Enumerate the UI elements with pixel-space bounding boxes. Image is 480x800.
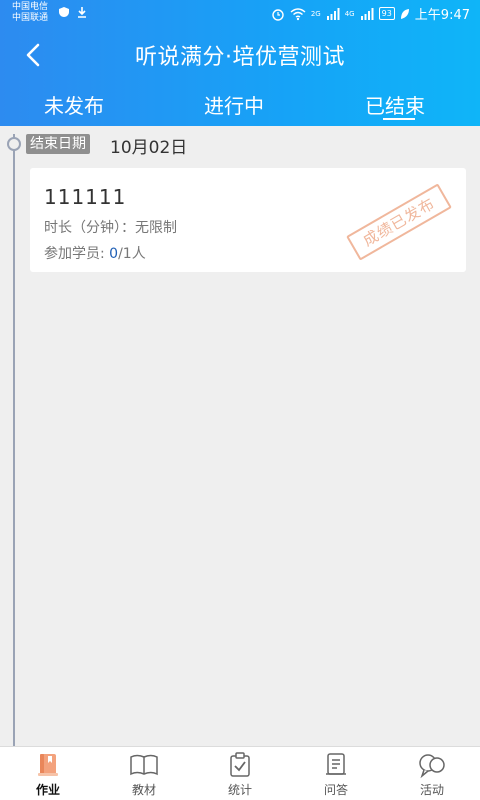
assignment-title: 111111 [44,185,127,209]
participants-done: 0 [109,246,119,262]
tab-bar: 未发布 进行中 已结束 [0,86,480,126]
battery-indicator: 93 [378,7,395,20]
participants-total: /1人 [118,246,146,262]
timeline-line [13,134,15,746]
leaf-icon [400,8,409,19]
signal-icon [326,7,340,20]
participants-prefix: 参加学员: [44,246,110,262]
assignment-card[interactable]: 111111 时长（分钟）：无限制 参加学员: 0/1人 成绩已发布 [30,168,466,272]
download-icon [78,7,86,18]
signal-2-label: 4G [344,9,355,18]
status-bar: 中国电信 中国联通 2G 4G 93 上午9:47 [0,0,480,28]
nav-statistics-label: 统计 [227,783,252,797]
nav-homework-label: 作业 [35,783,60,797]
chat-bubbles-icon [419,754,445,779]
score-published-stamp: 成绩已发布 [346,183,452,261]
signal-1-label: 2G [310,9,321,18]
tab-unpublished[interactable]: 未发布 [44,90,104,119]
signal-icon-2 [360,7,374,20]
tab-ended[interactable]: 已结束 [365,90,425,119]
nav-textbook[interactable]: 教材 [96,751,192,798]
clipboard-check-icon [230,752,250,777]
end-date: 10月02日 [110,138,188,158]
nav-qa[interactable]: 问答 [288,751,384,798]
tab-in-progress[interactable]: 进行中 [204,90,264,119]
nav-activity-label: 活动 [419,783,444,797]
timeline-dot [7,137,21,151]
title-bar: 听说满分·培优营测试 [0,32,480,76]
carrier-2: 中国联通 [12,13,49,23]
active-tab-indicator [383,118,415,120]
end-date-tag: 结束日期 [26,134,90,154]
page-title: 听说满分·培优营测试 [135,45,345,70]
shield-icon [59,7,69,17]
assignment-participants: 参加学员: 0/1人 [44,243,146,263]
wifi-icon [290,7,306,20]
carrier-info: 中国电信 中国联通 [12,2,48,24]
clock: 上午9:47 [414,8,470,23]
alarm-icon [272,8,284,21]
status-icons-left [58,6,88,18]
header: 中国电信 中国联通 2G 4G 93 上午9:47 听说满分·培优营测试 未发布… [0,0,480,126]
nav-textbook-label: 教材 [131,783,156,797]
bottom-nav: 作业 教材 统计 问答 活动 [0,746,480,800]
book-icon [130,754,158,776]
status-icons-right: 2G 4G 93 上午9:47 [271,4,470,23]
nav-activity[interactable]: 活动 [384,751,480,798]
nav-homework[interactable]: 作业 [0,751,96,798]
nav-qa-label: 问答 [323,783,348,797]
carrier-1: 中国电信 [12,2,49,12]
nav-statistics[interactable]: 统计 [192,751,288,798]
qa-list-icon [326,753,346,775]
assignment-duration: 时长（分钟）：无限制 [44,220,177,236]
homework-icon [38,754,58,776]
